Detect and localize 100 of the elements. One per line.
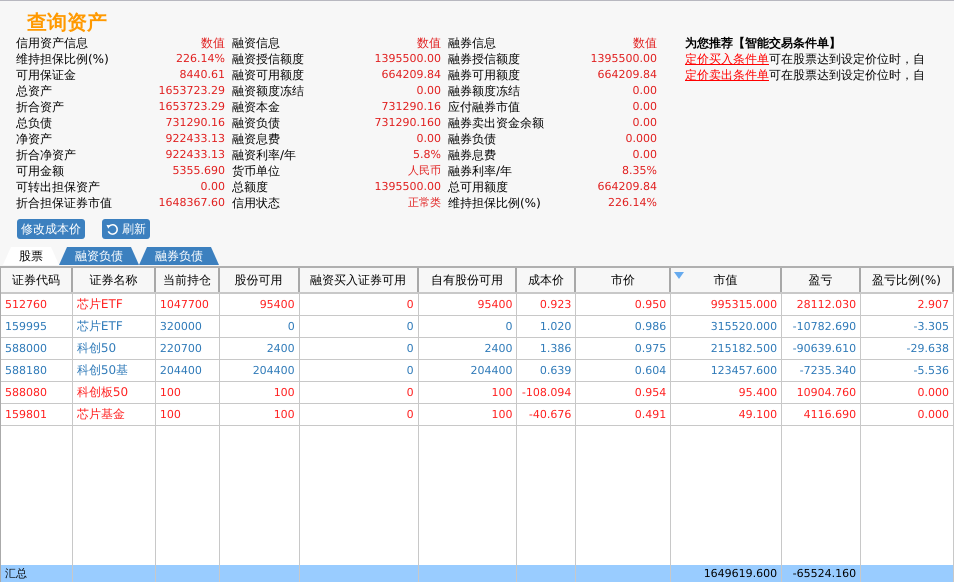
info-value: 226.14% <box>176 51 225 67</box>
info-label: 维持担保比例(%) <box>448 195 541 211</box>
info-label: 净资产 <box>16 131 52 147</box>
summary-cell: 1649619.600 <box>704 567 778 580</box>
info-label: 总资产 <box>16 83 52 99</box>
column-header[interactable]: 自有股份可用 <box>418 268 518 292</box>
table-cell: 512760 <box>1 294 73 316</box>
table-cell: 95400 <box>220 294 300 316</box>
summary-cell: -65524.160 <box>792 567 856 580</box>
info-label: 融资利率/年 <box>232 147 296 163</box>
table-cell: 588180 <box>1 360 73 382</box>
column-header[interactable]: 融资买入证券可用 <box>300 268 419 292</box>
table-cell: 204400 <box>220 360 300 382</box>
info-value: 664209.84 <box>598 67 657 83</box>
table-cell: 1.386 <box>517 338 576 360</box>
info-label: 融券可用额度 <box>448 67 520 83</box>
info-label: 融资负债 <box>232 115 280 131</box>
table-cell: 49.100 <box>671 404 782 426</box>
table-cell: -5.536 <box>861 360 954 382</box>
table-cell: 123457.600 <box>671 360 782 382</box>
info-label: 融券负债 <box>448 131 496 147</box>
info-heading: 融资信息 <box>232 35 280 51</box>
info-label: 应付融券市值 <box>448 99 520 115</box>
table-cell: -108.094 <box>517 382 576 404</box>
edit-cost-button[interactable]: 修改成本价 <box>17 219 85 239</box>
info-value: 0.00 <box>416 131 441 147</box>
table-cell: 芯片ETF <box>72 316 156 338</box>
info-value: 922433.13 <box>166 131 225 147</box>
column-header[interactable]: 市值 <box>671 268 782 292</box>
table-cell: 2400 <box>220 338 300 360</box>
condition-order-link[interactable]: 定价卖出条件单 <box>685 68 769 82</box>
info-value: 5355.690 <box>172 163 225 179</box>
table-cell: 159801 <box>1 404 73 426</box>
table-cell: 0.491 <box>576 404 672 426</box>
table-cell: 0.950 <box>576 294 672 316</box>
info-label: 维持担保比例(%) <box>16 51 109 67</box>
info-value: 664209.84 <box>382 67 441 83</box>
condition-order-link[interactable]: 定价买入条件单 <box>685 52 769 66</box>
info-value: 人民币 <box>408 163 441 179</box>
table-cell: 0 <box>300 316 419 338</box>
info-label: 融券卖出资金余额 <box>448 115 544 131</box>
info-label: 可用金额 <box>16 163 64 179</box>
table-cell: 0 <box>300 294 419 316</box>
table-cell: 0 <box>418 316 518 338</box>
table-cell: 0.986 <box>576 316 672 338</box>
recommend-text: 可在股票达到设定价位时，自 <box>769 52 925 66</box>
column-header[interactable]: 当前持仓 <box>156 268 220 292</box>
table-cell: 95400 <box>418 294 518 316</box>
info-heading: 融券信息 <box>448 35 496 51</box>
info-value: 1395500.00 <box>374 179 441 195</box>
info-value: 正常类 <box>408 195 441 211</box>
refresh-button[interactable]: 刷新 <box>102 219 150 239</box>
table-cell: 220700 <box>156 338 220 360</box>
sort-icon <box>674 272 684 279</box>
column-header[interactable]: 证券名称 <box>72 268 156 292</box>
info-label: 折合净资产 <box>16 147 76 163</box>
info-label: 融券授信额度 <box>448 51 520 67</box>
column-header[interactable]: 市价 <box>576 268 672 292</box>
info-label: 融券利率/年 <box>448 163 512 179</box>
info-value: 0.00 <box>200 179 225 195</box>
table-cell: 100 <box>220 382 300 404</box>
table-cell: 0.000 <box>861 404 954 426</box>
info-label: 融资可用额度 <box>232 67 304 83</box>
info-value: 922433.13 <box>166 147 225 163</box>
table-cell: 0.604 <box>576 360 672 382</box>
table-cell: 100 <box>156 382 220 404</box>
column-header[interactable]: 证券代码 <box>1 268 73 292</box>
table-cell: -40.676 <box>517 404 576 426</box>
table-cell: 科创50基 <box>72 360 156 382</box>
column-header[interactable]: 盈亏 <box>782 268 862 292</box>
info-label: 货币单位 <box>232 163 280 179</box>
table-cell: 2400 <box>418 338 518 360</box>
table-cell: 芯片基金 <box>72 404 156 426</box>
column-header[interactable]: 股份可用 <box>220 268 300 292</box>
table-cell: 0.954 <box>576 382 672 404</box>
info-label: 折合资产 <box>16 99 64 115</box>
table-cell: 100 <box>156 404 220 426</box>
info-label: 可用保证金 <box>16 67 76 83</box>
info-value: 1648367.60 <box>158 195 225 211</box>
info-label: 融券息费 <box>448 147 496 163</box>
info-value: 5.8% <box>413 147 441 163</box>
column-header[interactable]: 盈亏比例(%) <box>861 268 954 292</box>
tab[interactable]: 股票 <box>3 247 59 265</box>
info-label: 总可用额度 <box>448 179 508 195</box>
info-value: 226.14% <box>608 195 657 211</box>
tab[interactable]: 融资负债 <box>59 247 139 265</box>
table-cell: 0 <box>300 382 419 404</box>
tab[interactable]: 融券负债 <box>139 247 219 265</box>
column-header[interactable]: 成本价 <box>517 268 576 292</box>
table-cell: 0 <box>300 338 419 360</box>
info-value: 664209.84 <box>598 179 657 195</box>
info-value: 8.35% <box>622 163 657 179</box>
info-label: 融资本金 <box>232 99 280 115</box>
table-cell: 0.639 <box>517 360 576 382</box>
info-value: 1395500.00 <box>590 51 657 67</box>
table-cell: 0 <box>300 404 419 426</box>
info-value: 0.00 <box>632 99 657 115</box>
info-value: 731290.16 <box>166 115 225 131</box>
info-label: 信用状态 <box>232 195 280 211</box>
table-cell: 芯片ETF <box>72 294 156 316</box>
